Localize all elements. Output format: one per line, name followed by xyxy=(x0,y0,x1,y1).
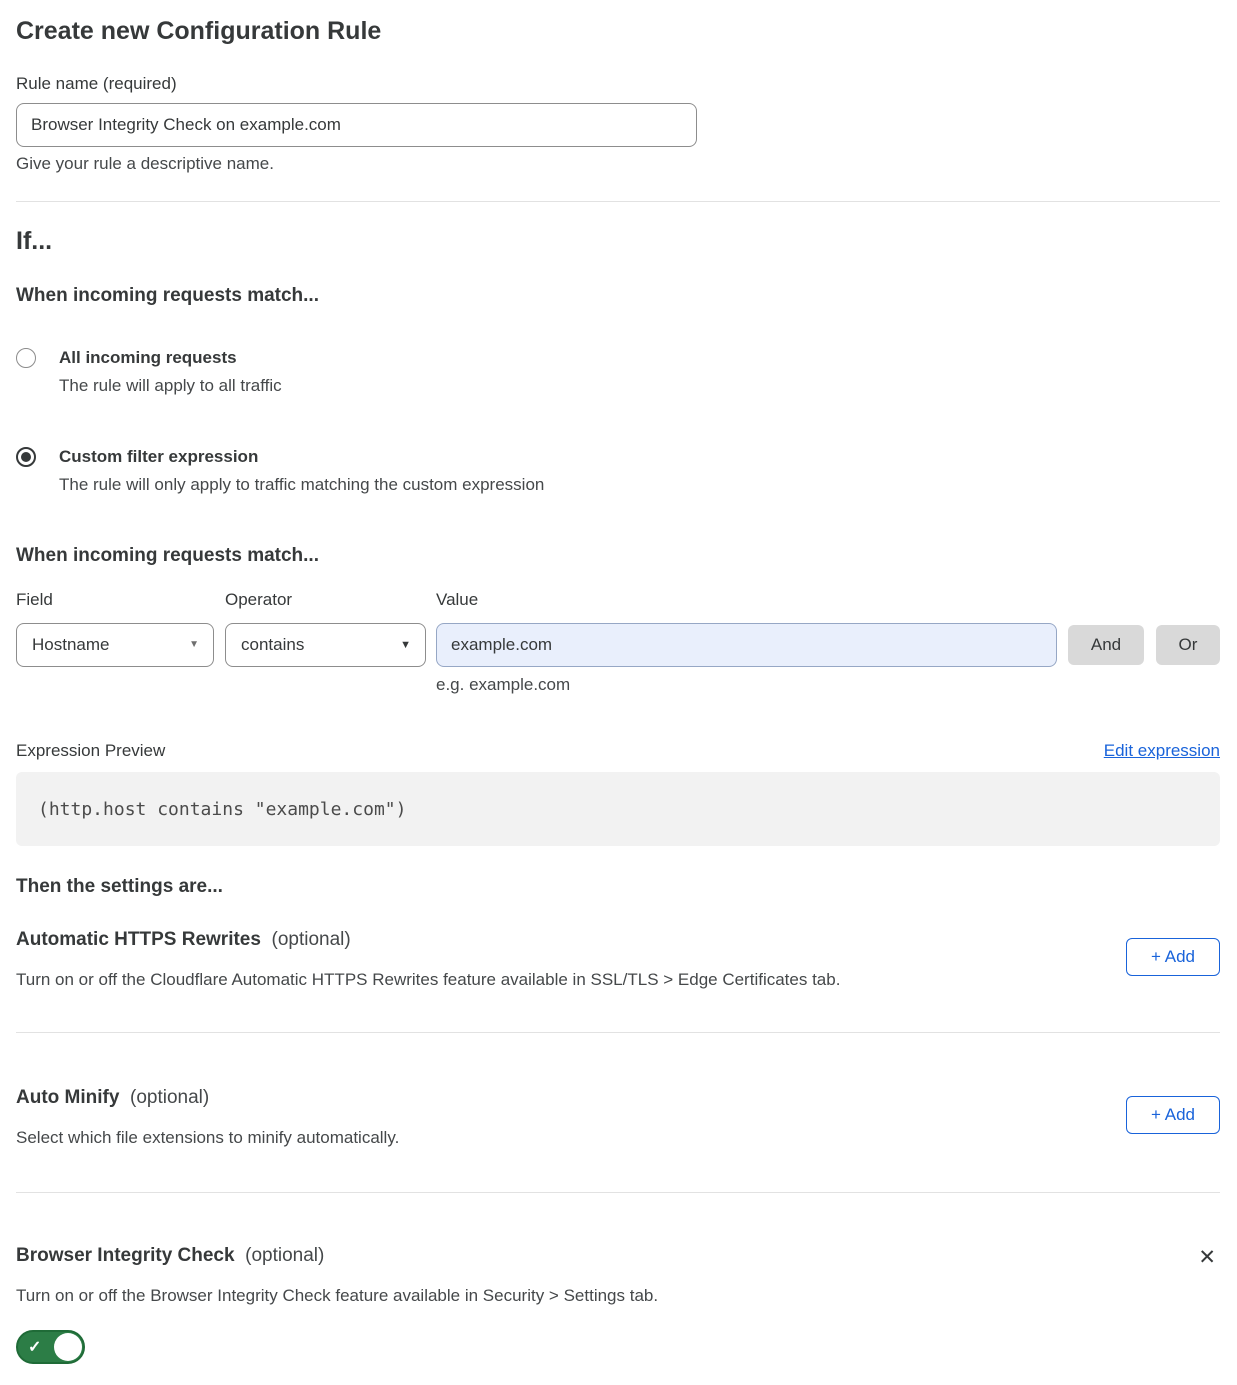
setting-auto-minify: Auto Minify (optional) Select which file… xyxy=(16,1086,1220,1148)
edit-expression-link[interactable]: Edit expression xyxy=(1104,740,1220,762)
rule-name-label: Rule name (required) xyxy=(16,74,1220,94)
value-label: Value xyxy=(436,590,1057,610)
setting-description: Turn on or off the Browser Integrity Che… xyxy=(16,1286,658,1306)
radio-all-incoming-requests-description: The rule will apply to all traffic xyxy=(59,376,282,396)
setting-optional-text: (optional) xyxy=(130,1087,209,1108)
close-icon[interactable]: ✕ xyxy=(1194,1246,1220,1270)
setting-description: Turn on or off the Cloudflare Automatic … xyxy=(16,970,840,990)
setting-title-text: Auto Minify xyxy=(16,1087,119,1108)
browser-integrity-check-toggle[interactable]: ✓ xyxy=(16,1330,85,1364)
then-settings-heading: Then the settings are... xyxy=(16,875,1220,899)
if-heading: If... xyxy=(16,226,1220,256)
value-helper: e.g. example.com xyxy=(436,675,1220,695)
expression-code-text: (http.host contains "example.com") xyxy=(38,799,406,820)
rule-name-input[interactable] xyxy=(16,103,697,147)
setting-optional-text: (optional) xyxy=(272,929,351,950)
setting-automatic-https-rewrites: Automatic HTTPS Rewrites (optional) Turn… xyxy=(16,928,1220,990)
radio-all-incoming-requests[interactable]: All incoming requests The rule will appl… xyxy=(16,348,1220,396)
expression-builder-row: Hostname ▼ contains ▼ And Or xyxy=(16,623,1220,667)
radio-selected-icon[interactable] xyxy=(16,447,36,467)
value-input[interactable] xyxy=(436,623,1057,667)
field-label: Field xyxy=(16,590,214,610)
setting-title-text: Automatic HTTPS Rewrites xyxy=(16,929,261,950)
check-icon: ✓ xyxy=(28,1337,41,1357)
expression-preview-code: (http.host contains "example.com") xyxy=(16,772,1220,846)
field-select[interactable]: Hostname ▼ xyxy=(16,623,214,667)
add-auto-minify-button[interactable]: + Add xyxy=(1126,1096,1220,1134)
radio-custom-filter-expression-label: Custom filter expression xyxy=(59,447,544,467)
field-select-value: Hostname xyxy=(32,635,109,655)
radio-custom-filter-expression[interactable]: Custom filter expression The rule will o… xyxy=(16,447,1220,495)
add-automatic-https-rewrites-button[interactable]: + Add xyxy=(1126,938,1220,976)
setting-browser-integrity-check: Browser Integrity Check (optional) Turn … xyxy=(16,1244,1220,1369)
toggle-knob[interactable] xyxy=(54,1333,82,1361)
setting-title: Browser Integrity Check (optional) xyxy=(16,1244,658,1268)
section-divider xyxy=(16,1192,1220,1193)
expression-builder-heading: When incoming requests match... xyxy=(16,544,1220,568)
and-button[interactable]: And xyxy=(1068,625,1144,665)
setting-text-block: Auto Minify (optional) Select which file… xyxy=(16,1086,399,1148)
chevron-down-icon: ▼ xyxy=(189,640,199,650)
expression-builder-labels: Field Operator Value xyxy=(16,590,1220,610)
setting-title-text: Browser Integrity Check xyxy=(16,1245,235,1266)
operator-select[interactable]: contains ▼ xyxy=(225,623,426,667)
radio-unselected-icon[interactable] xyxy=(16,348,36,368)
chevron-down-icon: ▼ xyxy=(400,640,411,651)
page-title: Create new Configuration Rule xyxy=(16,16,1220,46)
or-button[interactable]: Or xyxy=(1156,625,1220,665)
section-divider xyxy=(16,201,1220,202)
setting-title: Automatic HTTPS Rewrites (optional) xyxy=(16,928,840,952)
radio-custom-filter-expression-description: The rule will only apply to traffic matc… xyxy=(59,475,544,495)
expression-preview-label: Expression Preview xyxy=(16,740,165,762)
setting-title: Auto Minify (optional) xyxy=(16,1086,399,1110)
radio-all-incoming-requests-label: All incoming requests xyxy=(59,348,282,368)
rule-name-helper: Give your rule a descriptive name. xyxy=(16,154,1220,174)
setting-description: Select which file extensions to minify a… xyxy=(16,1128,399,1148)
setting-text-block: Browser Integrity Check (optional) Turn … xyxy=(16,1244,658,1369)
incoming-requests-match-heading: When incoming requests match... xyxy=(16,284,1220,308)
operator-label: Operator xyxy=(225,590,426,610)
expression-preview-header: Expression Preview Edit expression xyxy=(16,740,1220,762)
section-divider xyxy=(16,1032,1220,1033)
operator-select-value: contains xyxy=(241,635,304,655)
create-configuration-rule-form: Create new Configuration Rule Rule name … xyxy=(0,0,1237,1385)
setting-text-block: Automatic HTTPS Rewrites (optional) Turn… xyxy=(16,928,840,990)
setting-optional-text: (optional) xyxy=(245,1245,324,1266)
